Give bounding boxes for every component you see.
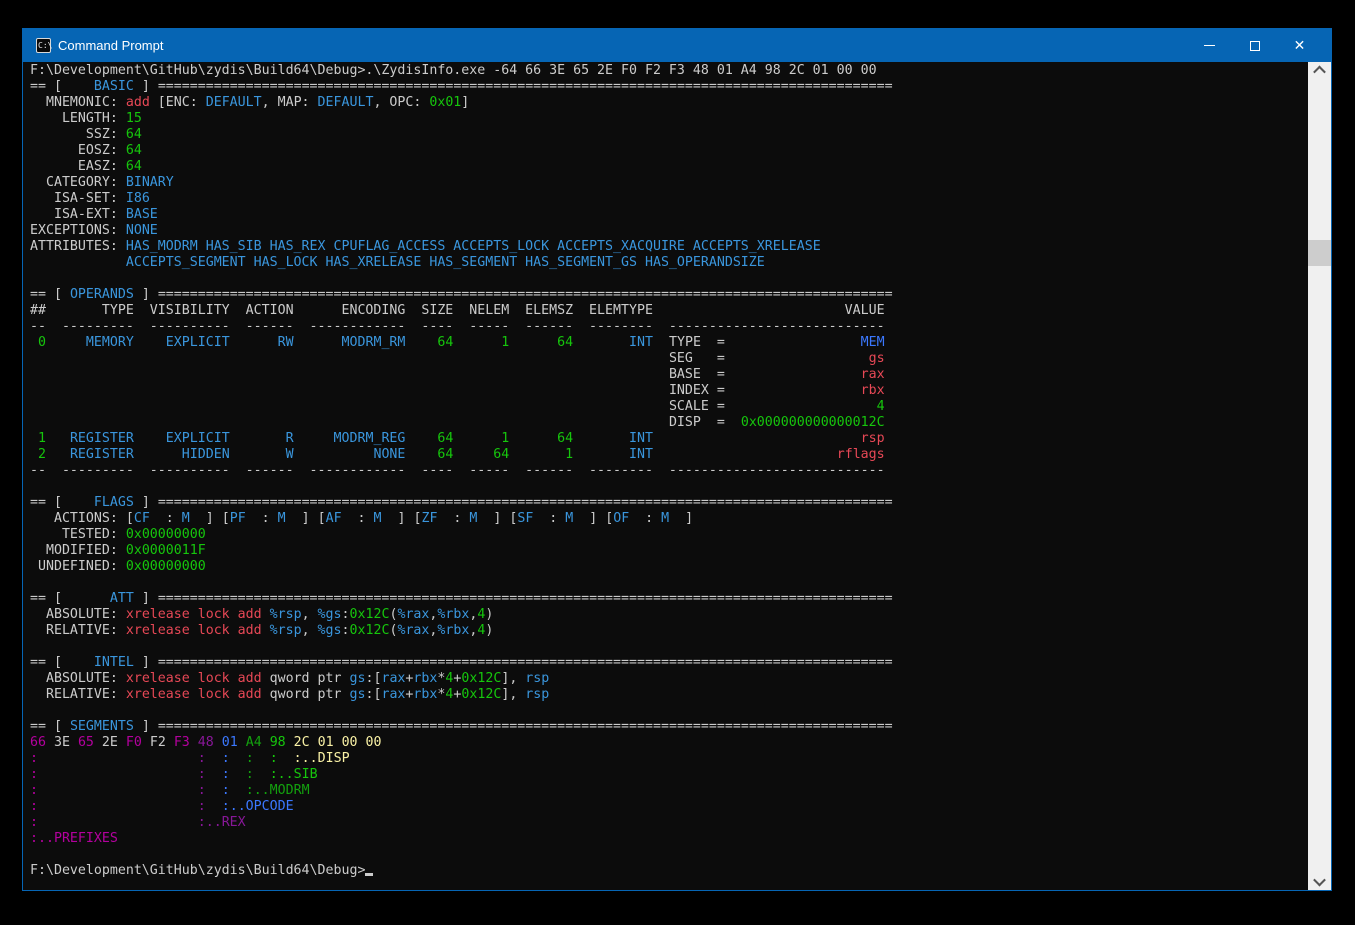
terminal-line: EXCEPTIONS: NONE bbox=[30, 223, 1308, 239]
terminal-line: ACCEPTS_SEGMENT HAS_LOCK HAS_XRELEASE HA… bbox=[30, 255, 1308, 271]
terminal-line: : : : : : :..DISP bbox=[30, 751, 1308, 767]
chevron-up-icon bbox=[1313, 66, 1326, 79]
command-prompt-window: C:\ Command Prompt ✕ F:\Development\GitH… bbox=[22, 28, 1332, 891]
console-output[interactable]: F:\Development\GitHub\zydis\Build64\Debu… bbox=[23, 62, 1308, 890]
terminal-line: CATEGORY: BINARY bbox=[30, 175, 1308, 191]
terminal-line: LENGTH: 15 bbox=[30, 111, 1308, 127]
scrollbar-up-button[interactable] bbox=[1308, 62, 1331, 79]
terminal-line bbox=[30, 703, 1308, 719]
scrollbar-vertical[interactable] bbox=[1308, 62, 1331, 890]
terminal-line: ## TYPE VISIBILITY ACTION ENCODING SIZE … bbox=[30, 303, 1308, 319]
close-icon: ✕ bbox=[1294, 39, 1306, 53]
terminal-line: MODIFIED: 0x0000011F bbox=[30, 543, 1308, 559]
terminal-line: ISA-SET: I86 bbox=[30, 191, 1308, 207]
maximize-button[interactable] bbox=[1232, 29, 1277, 62]
terminal-line: 1 REGISTER EXPLICIT R MODRM_REG 64 1 64 … bbox=[30, 431, 1308, 447]
terminal-line: -- --------- ---------- ------ ---------… bbox=[30, 463, 1308, 479]
terminal-line bbox=[30, 847, 1308, 863]
window-controls: ✕ bbox=[1187, 29, 1322, 62]
terminal-line: == [ INTEL ] ===========================… bbox=[30, 655, 1308, 671]
terminal-line: :..PREFIXES bbox=[30, 831, 1308, 847]
terminal-line: ISA-EXT: BASE bbox=[30, 207, 1308, 223]
terminal-line: -- --------- ---------- ------ ---------… bbox=[30, 319, 1308, 335]
terminal-line: : : : : :..SIB bbox=[30, 767, 1308, 783]
minimize-button[interactable] bbox=[1187, 29, 1232, 62]
terminal-line: == [ SEGMENTS ] ========================… bbox=[30, 719, 1308, 735]
terminal-line: == [ FLAGS ] ===========================… bbox=[30, 495, 1308, 511]
window-titlebar[interactable]: C:\ Command Prompt ✕ bbox=[23, 29, 1331, 62]
terminal-line: == [ OPERANDS ] ========================… bbox=[30, 287, 1308, 303]
terminal-line: 66 3E 65 2E F0 F2 F3 48 01 A4 98 2C 01 0… bbox=[30, 735, 1308, 751]
chevron-down-icon bbox=[1313, 874, 1326, 887]
maximize-icon bbox=[1250, 41, 1260, 51]
terminal-line bbox=[30, 271, 1308, 287]
terminal-line: DISP = 0x000000000000012C bbox=[30, 415, 1308, 431]
terminal-line: SEG = gs bbox=[30, 351, 1308, 367]
text-cursor bbox=[365, 873, 373, 876]
minimize-icon bbox=[1204, 45, 1215, 46]
terminal-line bbox=[30, 479, 1308, 495]
terminal-line: : :..REX bbox=[30, 815, 1308, 831]
terminal-line: 0 MEMORY EXPLICIT RW MODRM_RM 64 1 64 IN… bbox=[30, 335, 1308, 351]
terminal-line: EOSZ: 64 bbox=[30, 143, 1308, 159]
window-title: Command Prompt bbox=[58, 38, 163, 53]
terminal-line: RELATIVE: xrelease lock add %rsp, %gs:0x… bbox=[30, 623, 1308, 639]
terminal-line: EASZ: 64 bbox=[30, 159, 1308, 175]
desktop-background: C:\ Command Prompt ✕ F:\Development\GitH… bbox=[0, 0, 1355, 925]
terminal-line: : : : :..MODRM bbox=[30, 783, 1308, 799]
terminal-line: == [ BASIC ] ===========================… bbox=[30, 79, 1308, 95]
terminal-line: == [ ATT ] =============================… bbox=[30, 591, 1308, 607]
terminal-line: ABSOLUTE: xrelease lock add %rsp, %gs:0x… bbox=[30, 607, 1308, 623]
terminal-line: RELATIVE: xrelease lock add qword ptr gs… bbox=[30, 687, 1308, 703]
terminal-line: TESTED: 0x00000000 bbox=[30, 527, 1308, 543]
scrollbar-thumb[interactable] bbox=[1308, 240, 1331, 266]
terminal-line: 2 REGISTER HIDDEN W NONE 64 64 1 INT rfl… bbox=[30, 447, 1308, 463]
terminal-line: SSZ: 64 bbox=[30, 127, 1308, 143]
terminal-line bbox=[30, 575, 1308, 591]
terminal-line: F:\Development\GitHub\zydis\Build64\Debu… bbox=[30, 863, 1308, 879]
terminal-line: : : :..OPCODE bbox=[30, 799, 1308, 815]
cmd-icon: C:\ bbox=[36, 38, 51, 53]
terminal-line: INDEX = rbx bbox=[30, 383, 1308, 399]
terminal-line: UNDEFINED: 0x00000000 bbox=[30, 559, 1308, 575]
terminal-line: ACTIONS: [CF : M ] [PF : M ] [AF : M ] [… bbox=[30, 511, 1308, 527]
terminal-line: MNEMONIC: add [ENC: DEFAULT, MAP: DEFAUL… bbox=[30, 95, 1308, 111]
scrollbar-down-button[interactable] bbox=[1308, 873, 1331, 890]
close-button[interactable]: ✕ bbox=[1277, 29, 1322, 62]
terminal-line: SCALE = 4 bbox=[30, 399, 1308, 415]
terminal-line: F:\Development\GitHub\zydis\Build64\Debu… bbox=[30, 63, 1308, 79]
terminal-line bbox=[30, 639, 1308, 655]
terminal-line: ABSOLUTE: xrelease lock add qword ptr gs… bbox=[30, 671, 1308, 687]
terminal-line: ATTRIBUTES: HAS_MODRM HAS_SIB HAS_REX CP… bbox=[30, 239, 1308, 255]
terminal-line: BASE = rax bbox=[30, 367, 1308, 383]
